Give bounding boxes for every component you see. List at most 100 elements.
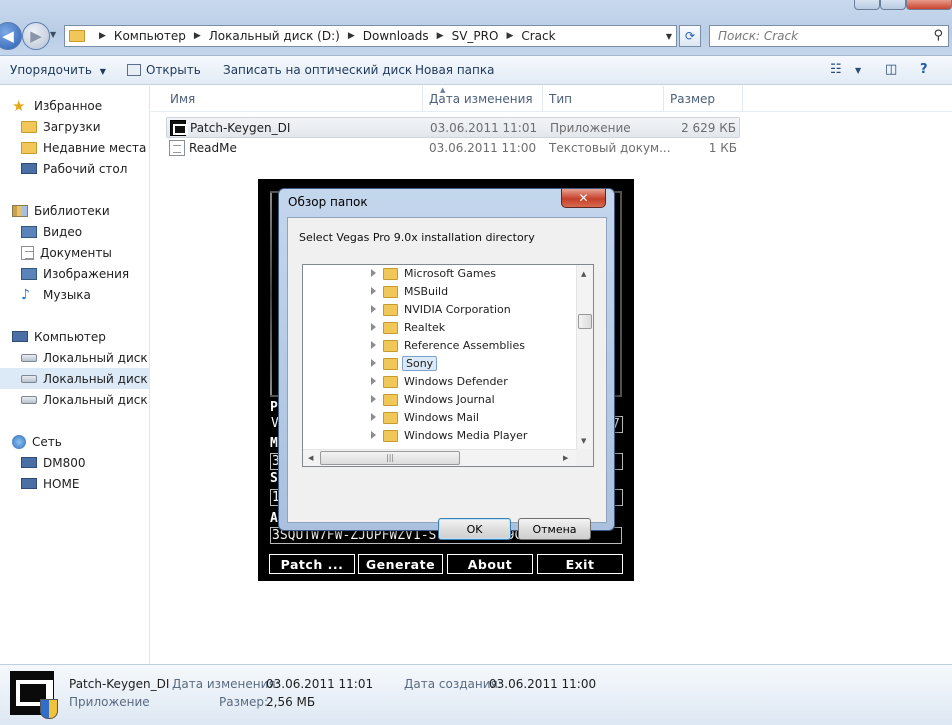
sidebar-item-music[interactable]: ♪ Музыка <box>0 284 150 305</box>
sidebar-item-video[interactable]: Видео <box>0 221 150 242</box>
tree-item[interactable]: Reference Assemblies <box>303 337 575 355</box>
sidebar-label: Сеть <box>32 434 62 449</box>
breadcrumb-crack[interactable]: Crack <box>521 29 555 43</box>
help-icon[interactable]: ? <box>920 62 928 77</box>
sidebar-item-drive-e[interactable]: Локальный диск (E:) <box>0 389 150 410</box>
column-header-size[interactable]: Размер <box>670 92 715 106</box>
back-button[interactable]: ◀ <box>0 22 22 50</box>
vertical-scrollbar[interactable]: ▲ ▼ <box>576 265 593 450</box>
dialog-close-button[interactable]: ✕ <box>561 189 606 208</box>
breadcrumb-separator-icon[interactable]: ▶ <box>506 31 513 41</box>
tree-item[interactable]: MSBuild <box>303 283 575 301</box>
scrollbar-thumb[interactable] <box>578 314 592 329</box>
minimize-button[interactable] <box>854 0 880 10</box>
search-icon[interactable]: ⚲ <box>933 28 943 43</box>
scroll-right-icon[interactable]: ▶ <box>563 454 568 462</box>
search-input[interactable]: Поиск: Crack ⚲ <box>709 25 949 47</box>
refresh-button[interactable]: ⟳ <box>679 25 701 47</box>
tree-item-label: Reference Assemblies <box>404 339 525 352</box>
address-history-dropdown-icon[interactable]: ▼ <box>666 32 672 41</box>
sidebar-item-network[interactable]: Сеть <box>0 431 150 452</box>
expand-arrow-icon[interactable] <box>371 341 376 349</box>
expand-arrow-icon[interactable] <box>371 359 376 367</box>
breadcrumb-separator-icon[interactable]: ▶ <box>348 31 355 41</box>
star-icon: ★ <box>12 96 26 115</box>
expand-arrow-icon[interactable] <box>371 377 376 385</box>
close-window-button[interactable] <box>906 0 952 10</box>
scroll-down-icon[interactable]: ▼ <box>581 437 586 445</box>
scrollbar-thumb[interactable]: ||| <box>320 451 460 465</box>
breadcrumb-sv-pro[interactable]: SV_PRO <box>452 29 499 43</box>
column-header-type[interactable]: Тип <box>549 92 572 106</box>
sidebar-item-favorites[interactable]: ★ Избранное <box>0 95 150 116</box>
folder-icon <box>383 340 398 352</box>
horizontal-scrollbar[interactable]: ◀ ||| ▶ <box>303 449 578 466</box>
burn-disc-button[interactable]: Записать на оптический диск <box>223 63 412 77</box>
about-button[interactable]: About <box>447 554 533 574</box>
column-divider[interactable] <box>542 86 543 112</box>
tree-item[interactable]: Realtek <box>303 319 575 337</box>
sidebar-item-recent[interactable]: Недавние места <box>0 137 150 158</box>
breadcrumb-computer[interactable]: Компьютер <box>114 29 186 43</box>
sidebar-item-home[interactable]: HOME <box>0 473 150 494</box>
open-button[interactable]: Открыть <box>127 63 201 77</box>
file-row-patch-keygen[interactable]: Patch-Keygen_DI 03.06.2011 11:01 Приложе… <box>166 117 740 138</box>
generate-button[interactable]: Generate <box>358 554 443 574</box>
file-row-readme[interactable]: ReadMe 03.06.2011 11:00 Текстовый докум.… <box>166 138 740 159</box>
folder-icon <box>383 358 398 370</box>
sidebar-item-documents[interactable]: Документы <box>0 242 150 263</box>
organize-button[interactable]: Упорядочить ▼ <box>10 63 106 77</box>
breadcrumb-separator-icon[interactable]: ▶ <box>99 31 106 41</box>
expand-arrow-icon[interactable] <box>371 431 376 439</box>
scroll-left-icon[interactable]: ◀ <box>308 454 313 462</box>
tree-item-selected[interactable]: Sony <box>303 355 575 373</box>
column-divider[interactable] <box>742 86 743 112</box>
tree-item[interactable]: Windows Media Player <box>303 427 575 445</box>
view-dropdown-icon[interactable]: ▼ <box>855 66 861 75</box>
expand-arrow-icon[interactable] <box>371 269 376 277</box>
address-bar[interactable]: ▶ Компьютер ▶ Локальный диск (D:) ▶ Down… <box>64 25 677 47</box>
scroll-up-icon[interactable]: ▲ <box>581 270 586 278</box>
maximize-button[interactable] <box>880 0 906 10</box>
forward-button[interactable]: ▶ <box>22 22 50 50</box>
tree-item[interactable]: Windows Mail <box>303 409 575 427</box>
sidebar-item-images[interactable]: Изображения <box>0 263 150 284</box>
folder-icon <box>383 376 398 388</box>
view-options-icon[interactable]: ☷ <box>830 62 842 77</box>
patch-button[interactable]: Patch ... <box>269 554 355 574</box>
tree-item[interactable]: NVIDIA Corporation <box>303 301 575 319</box>
sidebar-item-libraries[interactable]: Библиотеки <box>0 200 150 221</box>
cancel-button[interactable]: Отмена <box>518 518 591 540</box>
breadcrumb-drive-d[interactable]: Локальный диск (D:) <box>209 29 340 43</box>
column-divider[interactable] <box>663 86 664 112</box>
column-header-date[interactable]: Дата изменения <box>429 92 533 106</box>
sidebar-item-downloads[interactable]: Загрузки <box>0 116 150 137</box>
breadcrumb-separator-icon[interactable]: ▶ <box>437 31 444 41</box>
sidebar-item-drive-d[interactable]: Локальный диск (D:) <box>0 368 150 389</box>
new-folder-button[interactable]: Новая папка <box>415 63 494 77</box>
sidebar-item-computer[interactable]: Компьютер <box>0 326 150 347</box>
sidebar-item-dm800[interactable]: DM800 <box>0 452 150 473</box>
tree-item[interactable]: Windows Defender <box>303 373 575 391</box>
recent-pages-dropdown[interactable]: ▼ <box>50 30 56 39</box>
folder-tree[interactable]: Microsoft Games MSBuild NVIDIA Corporati… <box>302 264 594 467</box>
sidebar-item-desktop[interactable]: Рабочий стол <box>0 158 150 179</box>
navigation-pane: ★ Избранное Загрузки Недавние места Рабоч… <box>0 86 150 664</box>
tree-item[interactable]: Microsoft Games <box>303 265 575 283</box>
ok-button[interactable]: OK <box>438 518 511 540</box>
breadcrumb-downloads[interactable]: Downloads <box>363 29 429 43</box>
expand-arrow-icon[interactable] <box>371 287 376 295</box>
preview-pane-icon[interactable]: ◫ <box>885 62 897 77</box>
details-modified-value: 03.06.2011 11:01 <box>266 677 374 691</box>
expand-arrow-icon[interactable] <box>371 395 376 403</box>
details-size-label: Размер: <box>219 695 269 709</box>
exit-button[interactable]: Exit <box>537 554 623 574</box>
expand-arrow-icon[interactable] <box>371 305 376 313</box>
tree-item[interactable]: Windows Journal <box>303 391 575 409</box>
breadcrumb-separator-icon[interactable]: ▶ <box>194 31 201 41</box>
sidebar-item-drive-c[interactable]: Локальный диск (C:) <box>0 347 150 368</box>
expand-arrow-icon[interactable] <box>371 323 376 331</box>
column-divider[interactable] <box>422 86 423 112</box>
column-header-name[interactable]: Имя <box>170 92 195 106</box>
expand-arrow-icon[interactable] <box>371 413 376 421</box>
